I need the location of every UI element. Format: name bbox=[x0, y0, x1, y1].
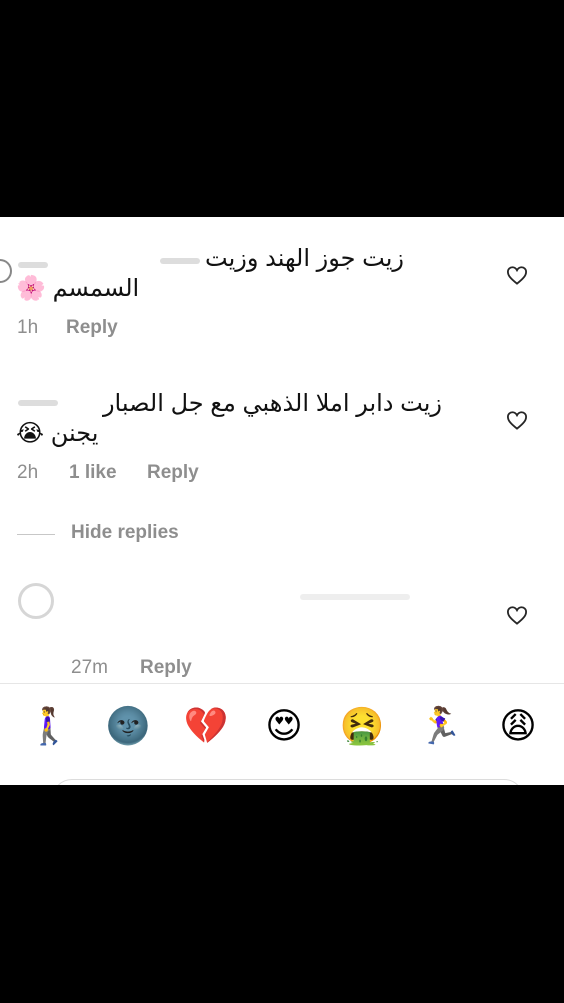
username-blur bbox=[160, 258, 200, 264]
comment-input-field[interactable] bbox=[52, 779, 524, 785]
vomiting-face-emoji-icon[interactable]: 🤮 bbox=[338, 703, 386, 751]
like-heart-icon[interactable] bbox=[506, 265, 528, 285]
avatar[interactable] bbox=[18, 583, 54, 619]
username-blur bbox=[18, 262, 48, 268]
emoji-reaction-bar: 🚶‍♀️ 🌚 💔 😍 🤮 🏃‍♀️ 😩 bbox=[0, 703, 564, 763]
woman-walking-emoji-icon[interactable]: 🚶‍♀️ bbox=[25, 703, 73, 751]
comment-line2-text: السمسم bbox=[52, 275, 140, 302]
broken-heart-emoji-icon[interactable]: 💔 bbox=[182, 703, 230, 751]
username-blur bbox=[18, 400, 58, 406]
like-heart-icon[interactable] bbox=[506, 410, 528, 430]
weary-face-emoji-icon[interactable]: 😩 bbox=[494, 703, 542, 751]
comments-panel: زيت جوز الهند وزيت السمسم 🌸 1h Reply زيت… bbox=[0, 217, 564, 785]
reply-button[interactable]: Reply bbox=[147, 462, 199, 484]
avatar[interactable] bbox=[0, 259, 12, 283]
username-blur bbox=[300, 594, 410, 600]
comment-line2-text: يجنن bbox=[50, 420, 99, 447]
likes-count[interactable]: 1 like bbox=[69, 462, 117, 484]
comment-text-line1: زيت جوز الهند وزيت bbox=[205, 245, 404, 272]
hide-replies-button[interactable]: Hide replies bbox=[71, 522, 179, 544]
reply-button[interactable]: Reply bbox=[66, 317, 118, 339]
divider bbox=[0, 683, 564, 684]
hide-replies-line bbox=[17, 534, 55, 535]
reply-button[interactable]: Reply bbox=[140, 657, 192, 679]
comment-time: 27m bbox=[71, 657, 108, 678]
comment-text-line2: السمسم 🌸 bbox=[16, 273, 139, 305]
new-moon-face-emoji-icon[interactable]: 🌚 bbox=[104, 703, 152, 751]
comment-text-line2: يجنن 😭 bbox=[16, 418, 98, 450]
heart-eyes-emoji-icon[interactable]: 😍 bbox=[260, 703, 308, 751]
comment-text-line1: زيت دابر املا الذهبي مع جل الصبار bbox=[102, 390, 442, 417]
woman-running-emoji-icon[interactable]: 🏃‍♀️ bbox=[416, 703, 464, 751]
comment-time: 1h bbox=[17, 317, 39, 338]
like-heart-icon[interactable] bbox=[506, 605, 528, 625]
comment-time: 2h bbox=[17, 462, 39, 483]
crying-emoji-icon: 😭 bbox=[16, 420, 45, 447]
flower-emoji-icon: 🌸 bbox=[16, 275, 46, 302]
